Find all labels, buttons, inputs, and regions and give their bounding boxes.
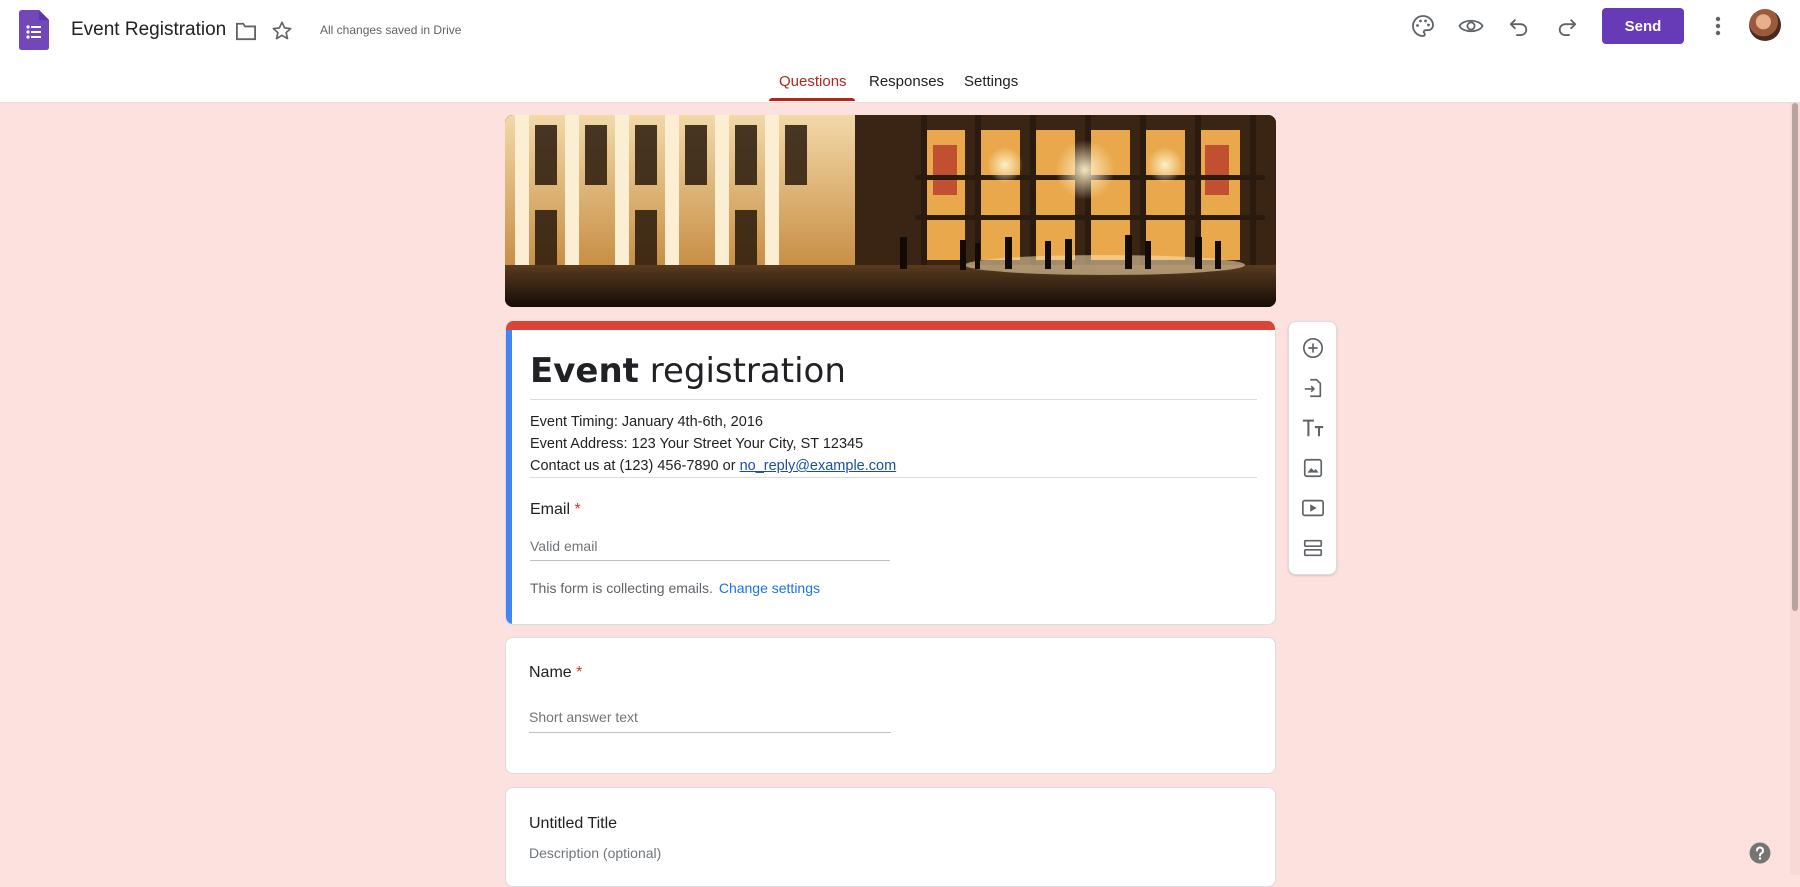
tab-responses[interactable]: Responses bbox=[869, 73, 944, 90]
star-icon[interactable] bbox=[270, 19, 294, 43]
name-question-card[interactable]: Name * Short answer text bbox=[505, 637, 1276, 774]
add-title-icon[interactable] bbox=[1301, 416, 1325, 440]
name-input-underline bbox=[529, 732, 891, 733]
description-underline bbox=[530, 477, 1257, 478]
form-title[interactable]: Event registration bbox=[530, 351, 846, 391]
add-question-icon[interactable] bbox=[1301, 336, 1325, 360]
avatar[interactable] bbox=[1749, 9, 1781, 41]
top-app-bar: Event Registration All changes saved in … bbox=[0, 0, 1800, 103]
import-questions-icon[interactable] bbox=[1301, 376, 1325, 400]
help-icon[interactable] bbox=[1749, 842, 1771, 864]
preview-eye-icon[interactable] bbox=[1457, 13, 1485, 39]
change-settings-link[interactable]: Change settings bbox=[719, 580, 820, 596]
email-question-label: Email * bbox=[530, 501, 581, 518]
email-input-placeholder[interactable]: Valid email bbox=[530, 538, 597, 554]
form-description-address[interactable]: Event Address: 123 Your Street Your City… bbox=[530, 436, 863, 452]
untitled-description-placeholder[interactable]: Description (optional) bbox=[529, 845, 661, 861]
tab-settings[interactable]: Settings bbox=[964, 73, 1018, 90]
name-input-placeholder[interactable]: Short answer text bbox=[529, 709, 638, 725]
name-question-label: Name * bbox=[529, 664, 583, 681]
form-description-timing[interactable]: Event Timing: January 4th-6th, 2016 bbox=[530, 414, 763, 430]
add-section-icon[interactable] bbox=[1301, 536, 1325, 560]
banner-building-illustration bbox=[505, 115, 1276, 307]
collect-emails-note: This form is collecting emails. Change se… bbox=[530, 580, 821, 596]
folder-icon[interactable] bbox=[234, 19, 258, 43]
header-banner-image bbox=[505, 115, 1276, 307]
untitled-title-label[interactable]: Untitled Title bbox=[529, 815, 617, 833]
active-tab-indicator bbox=[769, 98, 855, 101]
document-title[interactable]: Event Registration bbox=[71, 19, 226, 41]
undo-icon[interactable] bbox=[1507, 14, 1531, 38]
form-title-card[interactable]: Event registration Event Timing: January… bbox=[505, 321, 1276, 625]
title-underline bbox=[530, 399, 1257, 400]
forms-logo-icon[interactable] bbox=[19, 10, 49, 50]
save-status: All changes saved in Drive bbox=[320, 23, 462, 37]
email-input-underline bbox=[530, 560, 890, 561]
tab-bar: Questions Responses Settings bbox=[0, 73, 1800, 102]
page-scrollbar-thumb[interactable] bbox=[1792, 103, 1798, 611]
title-card-selected-indicator bbox=[506, 330, 512, 624]
untitled-title-card[interactable]: Untitled Title Description (optional) bbox=[505, 787, 1276, 887]
add-image-icon[interactable] bbox=[1301, 456, 1325, 480]
required-asterisk: * bbox=[576, 664, 583, 681]
floating-question-toolbar bbox=[1288, 321, 1337, 575]
more-vert-icon[interactable] bbox=[1708, 13, 1728, 39]
tab-questions[interactable]: Questions bbox=[779, 73, 847, 90]
contact-email-link[interactable]: no_reply@example.com bbox=[740, 458, 897, 474]
required-asterisk: * bbox=[574, 501, 581, 518]
redo-icon[interactable] bbox=[1555, 14, 1579, 38]
palette-icon[interactable] bbox=[1410, 13, 1436, 39]
send-button[interactable]: Send bbox=[1602, 8, 1684, 44]
title-card-accent-top bbox=[506, 321, 1275, 330]
add-video-icon[interactable] bbox=[1301, 496, 1325, 520]
form-description-contact[interactable]: Contact us at (123) 456-7890 or no_reply… bbox=[530, 458, 896, 474]
